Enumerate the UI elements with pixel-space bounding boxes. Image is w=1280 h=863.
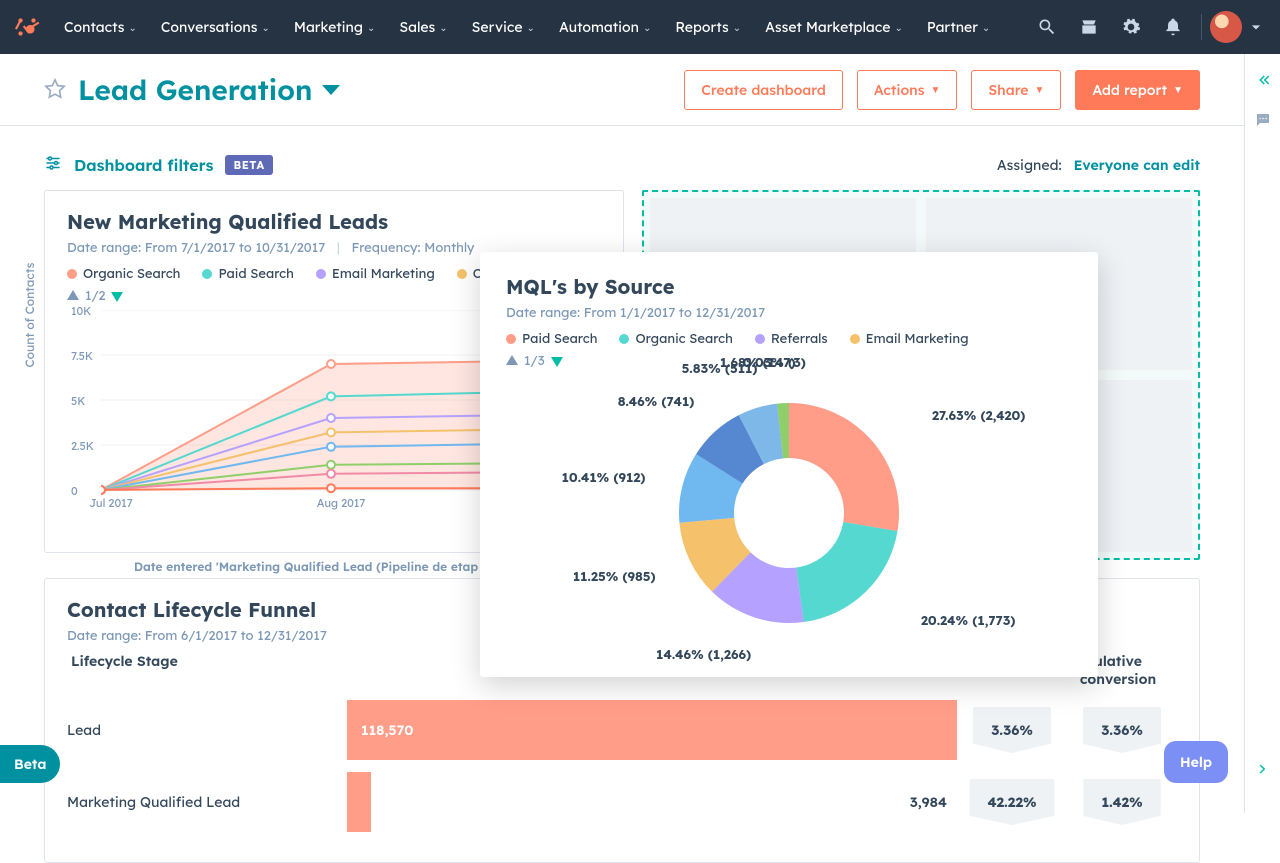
nav-item-reports[interactable]: Reports⌄ — [665, 12, 751, 42]
nav-item-sales[interactable]: Sales⌄ — [389, 12, 457, 42]
legend-item[interactable]: Paid Search — [202, 266, 293, 282]
x-tick: Jul 2017 — [71, 496, 151, 510]
page-header: Lead Generation Create dashboard Actions… — [0, 54, 1244, 126]
chat-icon[interactable] — [1249, 106, 1277, 134]
hubspot-logo-icon[interactable] — [12, 12, 42, 42]
collapse-rail-icon[interactable] — [1249, 66, 1277, 94]
beta-feedback-button[interactable]: Beta — [0, 745, 60, 783]
add-report-button[interactable]: Add report▼ — [1075, 70, 1200, 110]
account-menu-caret[interactable] — [1244, 7, 1268, 47]
nav-item-asset-marketplace[interactable]: Asset Marketplace⌄ — [755, 12, 913, 42]
frequency-label: Frequency: — [352, 240, 421, 256]
slice-label: 10.41% (912) — [562, 470, 646, 486]
favorite-star-icon[interactable] — [44, 78, 68, 102]
y-tick: 10K — [71, 304, 91, 318]
nav-item-contacts[interactable]: Contacts⌄ — [54, 12, 147, 42]
funnel-row: Marketing Qualified Lead 3,984 42.22% 1.… — [67, 772, 1177, 832]
filters-icon[interactable] — [44, 154, 62, 176]
x-tick: Aug 2017 — [301, 496, 381, 510]
card-title: New Marketing Qualified Leads — [67, 209, 601, 234]
card-title: MQL's by Source — [506, 274, 1072, 299]
pager-next-icon[interactable] — [551, 355, 563, 367]
slice-label: 8.46% (741) — [618, 394, 695, 410]
gear-icon[interactable] — [1111, 7, 1151, 47]
nav-item-conversations[interactable]: Conversations⌄ — [151, 12, 280, 42]
pager-prev-icon[interactable] — [506, 355, 518, 367]
slice-label: 20.24% (1,773) — [921, 613, 1016, 629]
slice-label: 11.25% (985) — [573, 569, 656, 585]
date-range-label: Date range: — [67, 628, 141, 644]
card-mql-by-source-floating[interactable]: MQL's by Source Date range: From 1/1/201… — [480, 252, 1098, 677]
pager-prev-icon[interactable] — [67, 290, 79, 302]
funnel-stage-label: Lead — [67, 721, 347, 739]
date-range-label: Date range: — [506, 305, 580, 321]
y-tick: 2.5K — [71, 439, 94, 453]
slice-label: 14.46% (1,266) — [656, 647, 751, 663]
slice-label: 27.63% (2,420) — [932, 408, 1025, 424]
assigned-picker[interactable]: Everyone can edit — [1074, 156, 1200, 174]
y-tick: 5K — [71, 394, 85, 408]
y-axis-label: Count of Contacts — [22, 263, 37, 368]
marketplace-icon[interactable] — [1069, 7, 1109, 47]
frequency-value: Monthly — [424, 240, 474, 256]
pager-counter: 1/3 — [524, 353, 545, 369]
legend-item[interactable]: Organic Search — [619, 331, 732, 347]
assigned-label: Assigned: — [997, 156, 1062, 174]
funnel-stage-label: Marketing Qualified Lead — [67, 793, 347, 811]
donut-chart: 27.63% (2,420)20.24% (1,773)14.46% (1,26… — [506, 383, 1072, 643]
top-nav: Contacts⌄Conversations⌄Marketing⌄Sales⌄S… — [0, 0, 1280, 54]
date-range-label: Date range: — [67, 240, 141, 256]
funnel-row: Lead 118,570 3.36% 3.36% — [67, 700, 1177, 760]
legend-item[interactable]: Email Marketing — [850, 331, 969, 347]
legend-item[interactable]: Organic Search — [67, 266, 180, 282]
slice-label: 0.03% (3) — [743, 355, 806, 371]
pager-next-icon[interactable] — [111, 290, 123, 302]
date-range-value: From 6/1/2017 to 12/31/2017 — [145, 628, 327, 644]
actions-dropdown-button[interactable]: Actions▼ — [857, 70, 958, 110]
dashboard-picker-caret[interactable] — [322, 85, 340, 95]
date-range-value: From 1/1/2017 to 12/31/2017 — [584, 305, 765, 321]
beta-badge: BETA — [225, 155, 272, 175]
conversion-chip: 3.36% — [973, 707, 1051, 753]
cumulative-conversion-chip: 1.42% — [1083, 779, 1160, 825]
bell-icon[interactable] — [1153, 7, 1193, 47]
search-icon[interactable] — [1027, 7, 1067, 47]
y-tick: 7.5K — [71, 349, 93, 363]
conversion-chip: 42.22% — [969, 779, 1054, 825]
nav-item-service[interactable]: Service⌄ — [462, 12, 545, 42]
nav-item-automation[interactable]: Automation⌄ — [549, 12, 661, 42]
pager-counter: 1/2 — [85, 288, 105, 304]
create-dashboard-button[interactable]: Create dashboard — [684, 70, 843, 110]
nav-item-partner[interactable]: Partner⌄ — [917, 12, 1000, 42]
legend-item[interactable]: Paid Search — [506, 331, 597, 347]
share-dropdown-button[interactable]: Share▼ — [971, 70, 1061, 110]
cumulative-conversion-chip: 3.36% — [1083, 707, 1161, 753]
help-button[interactable]: Help — [1164, 741, 1228, 783]
nav-item-marketing[interactable]: Marketing⌄ — [284, 12, 386, 42]
date-range-value: From 7/1/2017 to 10/31/2017 — [145, 240, 326, 256]
expand-rail-icon[interactable] — [1249, 755, 1277, 783]
dashboard-filters-link[interactable]: Dashboard filters — [74, 155, 213, 175]
legend-item[interactable]: Referrals — [755, 331, 828, 347]
right-rail — [1244, 54, 1280, 813]
user-avatar[interactable] — [1210, 11, 1242, 43]
legend-item[interactable]: Email Marketing — [316, 266, 435, 282]
dashboard-title[interactable]: Lead Generation — [78, 72, 312, 107]
